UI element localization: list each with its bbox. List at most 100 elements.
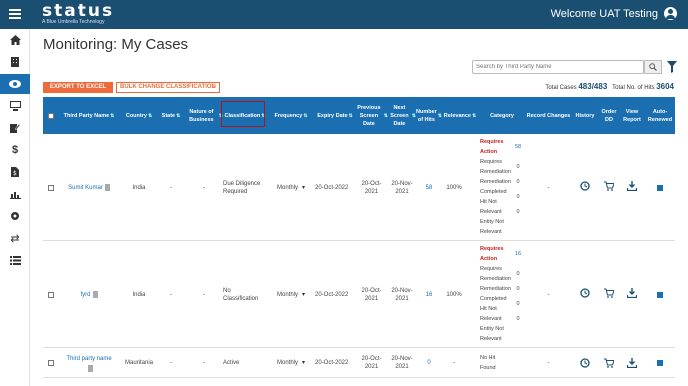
history-icon[interactable]	[580, 288, 590, 298]
hits-link[interactable]: 16	[416, 241, 442, 348]
count-requires-action[interactable]: 16	[515, 249, 521, 259]
search-icon	[649, 63, 657, 71]
building-icon[interactable]	[0, 52, 30, 72]
table-row: fyrd India - - No Classification Monthly…	[43, 241, 675, 348]
next-screen-date-cell: 20-Nov-2021	[391, 356, 413, 370]
caret-down-icon: ▾	[302, 360, 306, 366]
third-party-name-link[interactable]: Third party name	[57, 348, 121, 378]
download-icon[interactable]	[627, 358, 637, 368]
th-relevance[interactable]: Relevance ⇅	[442, 97, 478, 134]
category-requires-remediation: Requires Remediation	[480, 159, 511, 175]
user-icon[interactable]	[664, 7, 677, 20]
th-frequency[interactable]: Frequency ⇅	[267, 97, 315, 134]
bulk-change-classification-button[interactable]: BULK CHANGE CLASSIFICATION ⌄	[116, 82, 220, 93]
th-country[interactable]: Country ⇅	[121, 97, 157, 134]
third-party-name-link[interactable]: fyrd	[57, 241, 121, 348]
filter-icon[interactable]	[667, 60, 677, 73]
th-next-screen-date[interactable]: Next Screen Date ⇅	[388, 97, 416, 134]
category-list: Requires Action Requires Remediation Rem…	[480, 244, 516, 344]
download-icon[interactable]	[627, 181, 637, 191]
next-screen-date-cell: 20-Nov-2021	[391, 180, 413, 195]
th-nature-of-business[interactable]: Nature of Business ⇅	[185, 97, 223, 134]
export-to-excel-button[interactable]: EXPORT TO EXCEL	[43, 82, 113, 93]
list-check-icon[interactable]	[0, 250, 30, 270]
dollar-icon[interactable]: $	[0, 140, 30, 160]
file-dollar-icon[interactable]: $	[0, 162, 30, 182]
category-hit-not-relevant: Hit Not Relevant	[480, 199, 502, 215]
frequency-select[interactable]: Monthly ▾	[267, 348, 315, 378]
monitor-icon[interactable]	[0, 96, 30, 116]
home-icon[interactable]	[0, 30, 30, 50]
category-requires-action: Requires Action	[480, 139, 504, 155]
hamburger-menu-icon[interactable]	[9, 9, 21, 19]
th-previous-screen-date[interactable]: Previous Screen Date ⇅	[355, 97, 388, 134]
history-icon[interactable]	[580, 181, 590, 191]
frequency-select[interactable]: Monthly ▾	[267, 241, 315, 348]
expiry-date-cell: 20-Oct-2022	[315, 360, 349, 366]
category-counts: 16 0 0 0 0	[515, 249, 521, 324]
count-requires-action[interactable]: 58	[515, 142, 521, 152]
hits-link[interactable]: 0	[416, 348, 442, 378]
total-cases-label: Total Cases	[545, 85, 577, 91]
download-icon[interactable]	[627, 288, 637, 298]
settings-icon[interactable]	[0, 206, 30, 226]
bar-chart-icon[interactable]	[0, 184, 30, 204]
svg-text:$: $	[13, 170, 17, 177]
row-checkbox[interactable]	[46, 348, 56, 378]
logo-tagline: A Blue Umbrella Technology	[42, 19, 105, 25]
record-changes-cell: -	[547, 360, 550, 366]
category-requires-remediation: Requires Remediation	[480, 266, 511, 282]
logo[interactable]: status A Blue Umbrella Technology	[42, 3, 114, 26]
caret-down-icon: ▾	[302, 184, 306, 191]
swap-icon[interactable]: ⇄	[0, 228, 30, 248]
th-number-of-hits[interactable]: Number of Hits ⇅	[416, 97, 442, 134]
cart-icon[interactable]	[604, 181, 614, 191]
relevance-cell: 100%	[446, 291, 462, 298]
count-hit-not-relevant: 0	[516, 301, 520, 307]
th-view-report: View Report	[623, 108, 641, 123]
state-cell: -	[170, 360, 172, 366]
auto-renewed-checkbox[interactable]	[645, 134, 675, 241]
row-checkbox[interactable]	[46, 241, 56, 348]
count-entity-not-relevant: 0	[516, 316, 520, 322]
search-input[interactable]	[472, 60, 644, 74]
country-cell: India	[132, 291, 146, 298]
history-icon[interactable]	[580, 358, 590, 368]
table-row: Sumit Kumar India - - Due Diligence Requ…	[43, 134, 675, 241]
select-all-checkbox[interactable]	[46, 97, 56, 134]
category-entity-not-relevant: Entity Not Relevant	[480, 326, 504, 342]
total-hits-label: Total No. of Hits	[612, 85, 655, 91]
eye-icon[interactable]	[0, 74, 30, 94]
cart-icon[interactable]	[604, 288, 614, 298]
country-cell: India	[132, 184, 146, 191]
th-expiry-date[interactable]: Expiry Date ⇅	[315, 97, 355, 134]
classification-cell: Due Diligence Required	[223, 180, 261, 195]
th-state[interactable]: State ⇅	[157, 97, 185, 134]
third-party-name-link[interactable]: Sumit Kumar	[57, 134, 121, 241]
edit-document-icon[interactable]	[0, 118, 30, 138]
frequency-select[interactable]: Monthly ▾	[267, 134, 315, 241]
auto-renewed-checkbox[interactable]	[645, 241, 675, 348]
hits-link[interactable]: 58	[416, 134, 442, 241]
table-header: Third Party Name ⇅ Country ⇅ State ⇅ Nature…	[43, 97, 675, 134]
sort-icon: ⇅	[147, 112, 153, 119]
count-requires-remediation: 0	[516, 271, 520, 277]
nature-cell: -	[203, 360, 205, 366]
count-remediation-completed: 0	[516, 286, 520, 292]
next-screen-date-cell: 20-Nov-2021	[391, 287, 413, 302]
nature-cell: -	[203, 184, 205, 191]
sort-icon: ⇅	[110, 112, 115, 119]
cart-icon[interactable]	[604, 358, 614, 368]
chevron-down-icon: ⌄	[210, 84, 216, 90]
th-category: Category	[490, 112, 514, 119]
count-remediation-completed: 0	[516, 179, 520, 185]
row-checkbox[interactable]	[46, 134, 56, 241]
th-order-dd: Order DD	[601, 108, 617, 123]
th-third-party-name[interactable]: Third Party Name ⇅	[57, 97, 121, 134]
search-button[interactable]	[644, 60, 662, 74]
auto-renewed-checkbox[interactable]	[645, 348, 675, 378]
sort-icon: ⇅	[176, 112, 181, 119]
th-auto-renewed: Auto-Renewed	[647, 108, 673, 123]
total-cases-value: 483/483	[578, 82, 608, 91]
sort-icon: ⇅	[472, 112, 477, 119]
